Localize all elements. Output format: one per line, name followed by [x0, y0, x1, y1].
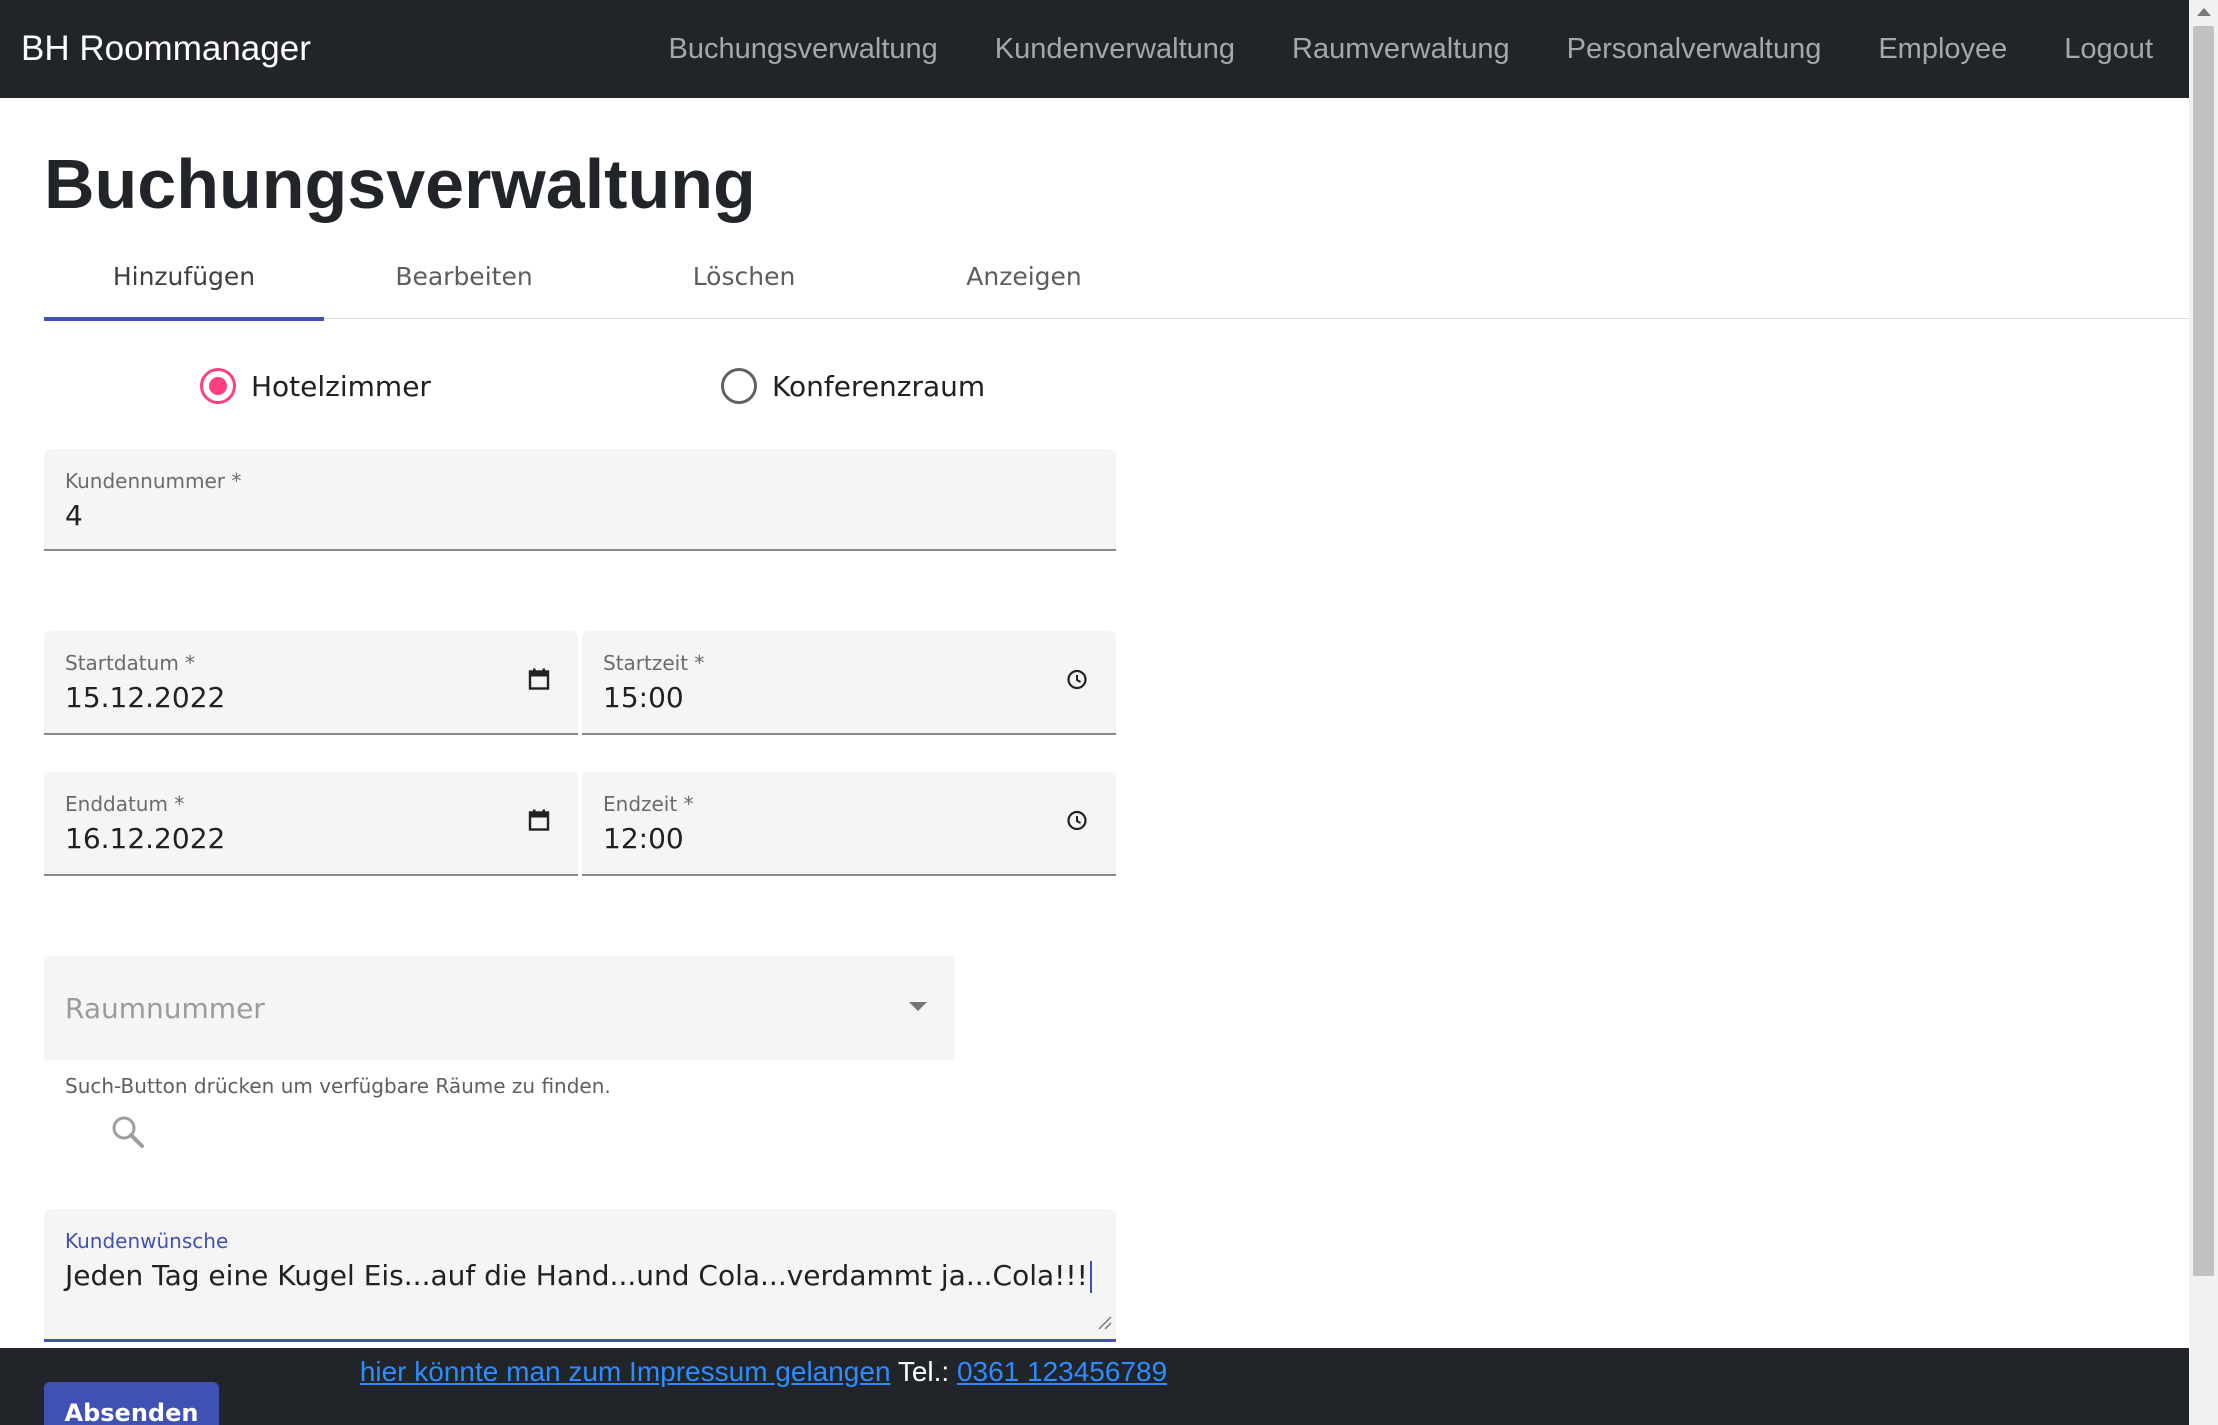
- tel-label: Tel.:: [897, 1356, 950, 1387]
- footer-content: hier könnte man zum Impressum gelangen T…: [0, 1356, 1527, 1388]
- resize-handle-icon[interactable]: [1096, 1314, 1112, 1335]
- customer-number-label: Kundennummer *: [65, 469, 242, 493]
- page-title: Buchungsverwaltung: [44, 145, 756, 223]
- room-number-select[interactable]: Raumnummer: [44, 956, 955, 1060]
- scroll-up-arrow-icon[interactable]: [2197, 8, 2211, 16]
- vertical-scrollbar[interactable]: [2189, 0, 2218, 1425]
- calendar-icon[interactable]: [528, 809, 550, 838]
- search-hint: Such-Button drücken um verfügbare Räume …: [65, 1074, 611, 1098]
- clock-icon[interactable]: [1066, 669, 1088, 696]
- nav-link-logout[interactable]: Logout: [2064, 0, 2153, 98]
- tab-bar: Hinzufügen Bearbeiten Löschen Anzeigen: [44, 245, 2189, 321]
- radio-hotelzimmer[interactable]: Hotelzimmer: [200, 366, 431, 406]
- radio-checked-icon[interactable]: [200, 368, 236, 404]
- footer: hier könnte man zum Impressum gelangen T…: [0, 1348, 2189, 1425]
- tab-label: Löschen: [692, 262, 796, 291]
- radio-label-konferenzraum: Konferenzraum: [772, 369, 986, 403]
- search-button[interactable]: [108, 1112, 152, 1156]
- room-number-placeholder: Raumnummer: [65, 992, 265, 1025]
- start-time-label: Startzeit *: [603, 651, 705, 675]
- radio-unchecked-icon[interactable]: [721, 368, 757, 404]
- end-time-value[interactable]: 12:00: [603, 822, 684, 855]
- tab-label: Bearbeiten: [395, 262, 533, 291]
- end-date-field[interactable]: Enddatum * 16.12.2022: [44, 772, 578, 876]
- brand-title[interactable]: BH Roommanager: [21, 0, 311, 98]
- radio-konferenzraum[interactable]: Konferenzraum: [721, 366, 985, 406]
- customer-number-value[interactable]: 4: [65, 499, 83, 532]
- radio-label-hotelzimmer: Hotelzimmer: [251, 369, 431, 403]
- clock-icon[interactable]: [1066, 810, 1088, 837]
- customer-wishes-value: Jeden Tag eine Kugel Eis...auf die Hand.…: [65, 1259, 1088, 1292]
- customer-wishes-textarea[interactable]: Kundenwünsche Jeden Tag eine Kugel Eis..…: [44, 1209, 1116, 1342]
- top-navbar: BH Roommanager Buchungsverwaltung Kunden…: [0, 0, 2189, 98]
- phone-link[interactable]: 0361 123456789: [957, 1356, 1167, 1387]
- search-icon[interactable]: [108, 1112, 148, 1152]
- nav-link-raumverwaltung[interactable]: Raumverwaltung: [1292, 0, 1510, 98]
- active-tab-indicator: [44, 317, 324, 321]
- text-caret: [1089, 1261, 1092, 1293]
- tab-label: Anzeigen: [966, 262, 1082, 291]
- dropdown-arrow-icon[interactable]: [909, 1002, 927, 1011]
- end-date-value[interactable]: 16.12.2022: [65, 822, 225, 855]
- customer-number-field[interactable]: Kundennummer * 4: [44, 449, 1116, 551]
- nav-link-kundenverwaltung[interactable]: Kundenverwaltung: [995, 0, 1235, 98]
- scrollbar-thumb[interactable]: [2193, 26, 2214, 1276]
- tab-hinzufuegen[interactable]: Hinzufügen: [44, 245, 324, 321]
- submit-button[interactable]: Absenden: [44, 1382, 219, 1425]
- customer-wishes-label: Kundenwünsche: [65, 1229, 229, 1253]
- start-time-value[interactable]: 15:00: [603, 681, 684, 714]
- tab-label: Hinzufügen: [112, 262, 256, 291]
- end-time-field[interactable]: Endzeit * 12:00: [582, 772, 1116, 876]
- start-date-value[interactable]: 15.12.2022: [65, 681, 225, 714]
- end-date-label: Enddatum *: [65, 792, 185, 816]
- tab-bearbeiten[interactable]: Bearbeiten: [324, 245, 604, 319]
- impressum-link[interactable]: hier könnte man zum Impressum gelangen: [360, 1356, 891, 1387]
- end-time-label: Endzeit *: [603, 792, 694, 816]
- customer-wishes-text[interactable]: Jeden Tag eine Kugel Eis...auf die Hand.…: [65, 1259, 1092, 1293]
- nav-links: Buchungsverwaltung Kundenverwaltung Raum…: [612, 0, 2153, 98]
- calendar-icon[interactable]: [528, 668, 550, 697]
- nav-link-personalverwaltung[interactable]: Personalverwaltung: [1567, 0, 1822, 98]
- start-date-label: Startdatum *: [65, 651, 196, 675]
- nav-link-employee[interactable]: Employee: [1878, 0, 2007, 98]
- nav-link-buchungsverwaltung[interactable]: Buchungsverwaltung: [669, 0, 938, 98]
- tab-loeschen[interactable]: Löschen: [604, 245, 884, 319]
- start-time-field[interactable]: Startzeit * 15:00: [582, 631, 1116, 735]
- start-date-field[interactable]: Startdatum * 15.12.2022: [44, 631, 578, 735]
- tab-anzeigen[interactable]: Anzeigen: [884, 245, 1164, 319]
